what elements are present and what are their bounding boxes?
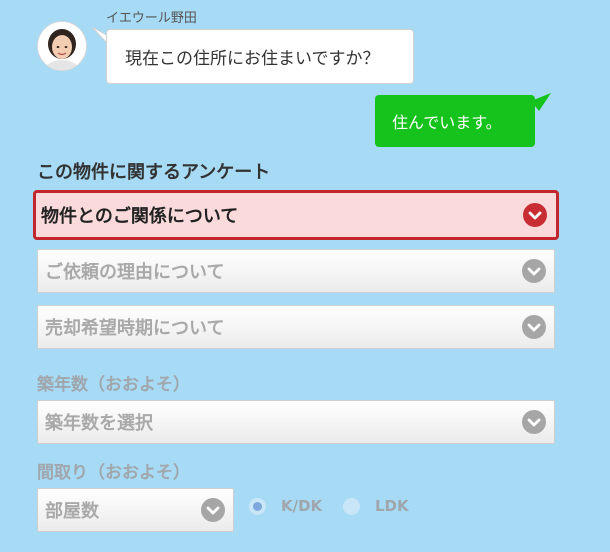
user-answer-text: 住んでいます。 [392,113,502,132]
building-age-select-label: 築年数を選択 [45,413,153,434]
chevron-down-icon [522,410,546,434]
agent-avatar [38,22,86,70]
timing-select-label: 売却希望時期について [45,318,225,339]
radio-label-kdk: K/DK [281,497,323,515]
radio-label-ldk: LDK [375,497,409,515]
radio-button-selected[interactable] [249,497,266,515]
relationship-select[interactable]: 物件とのご関係について [33,190,559,240]
timing-select[interactable]: 売却希望時期について [37,305,555,349]
chevron-down-icon [522,315,546,339]
building-age-label: 築年数（おおよそ） [37,375,190,395]
floor-plan-label: 間取り（おおよそ） [37,463,190,483]
radio-button[interactable] [343,497,360,515]
relationship-select-label: 物件とのご関係について [41,206,239,227]
user-answer-bubble: 住んでいます。 [375,95,535,147]
rooms-select-label: 部屋数 [45,501,99,522]
agent-name: イエウール野田 [106,11,197,26]
chevron-down-icon [523,203,547,227]
agent-message-bubble: 現在この住所にお住まいですか？ [106,29,414,84]
survey-title: この物件に関するアンケート [37,162,271,183]
chevron-down-icon [522,259,546,283]
radio-option-kdk[interactable]: K/DK [249,497,322,515]
reason-select-label: ご依頼の理由について [45,262,225,283]
building-age-select[interactable]: 築年数を選択 [37,400,555,444]
agent-message-text: 現在この住所にお住まいですか？ [125,49,380,69]
chevron-down-icon [201,498,225,522]
radio-option-ldk[interactable]: LDK [343,497,409,515]
rooms-select[interactable]: 部屋数 [37,488,234,532]
reason-select[interactable]: ご依頼の理由について [37,249,555,293]
